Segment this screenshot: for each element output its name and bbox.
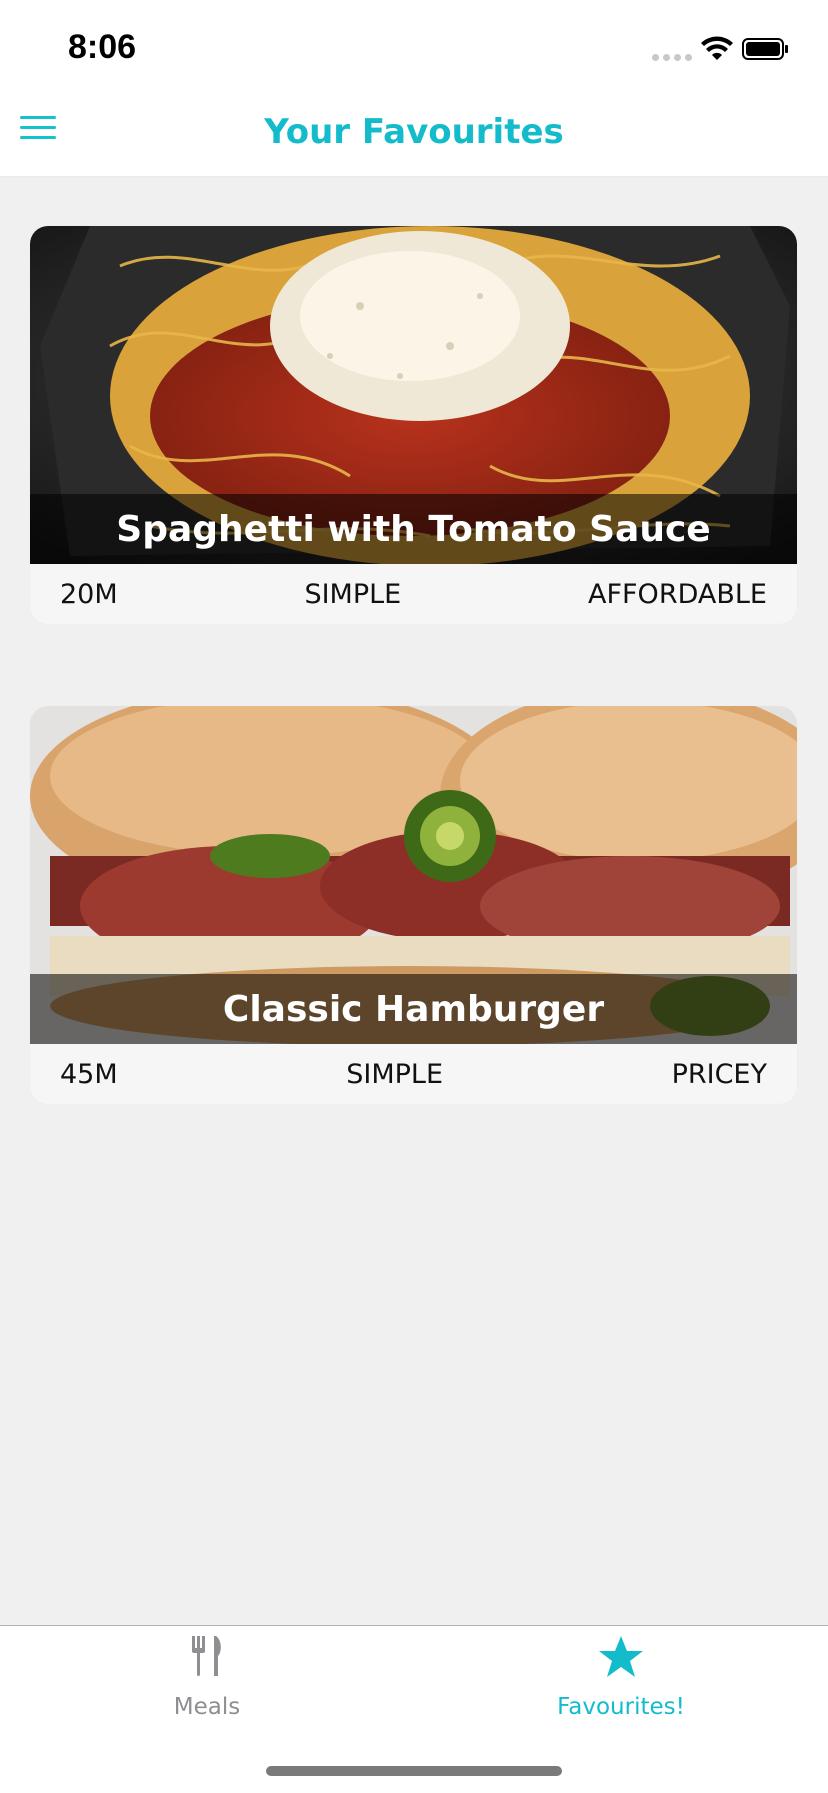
home-indicator[interactable] [266,1766,562,1776]
wifi-icon [701,36,733,60]
hamburger-photo: Classic Hamburger [30,706,797,1044]
meal-duration: 45M [60,1058,118,1090]
meal-complexity: SIMPLE [346,1058,443,1090]
meal-affordability: PRICEY [671,1058,767,1090]
star-icon [599,1636,643,1677]
status-bar: 8:06 [0,0,828,90]
fork-knife-icon [192,1636,221,1676]
meal-details: 45M SIMPLE PRICEY [30,1044,797,1104]
meal-duration: 20M [60,578,118,610]
battery-icon [742,38,788,60]
tab-favourites-label: Favourites! [557,1694,685,1720]
meal-details: 20M SIMPLE AFFORDABLE [30,564,797,624]
tab-meals[interactable]: Meals [0,1626,414,1736]
cellular-signal-icon [652,54,692,61]
navigation-header: Your Favourites [0,90,828,176]
meal-complexity: SIMPLE [304,578,402,610]
meal-affordability: AFFORDABLE [588,578,767,610]
tab-meals-label: Meals [173,1694,241,1720]
tab-favourites[interactable]: Favourites! [414,1626,828,1736]
meal-title: Classic Hamburger [222,988,605,1030]
meal-card-spaghetti[interactable]: Spaghetti with Tomato Sauce 20M SIMPLE A… [30,226,797,624]
meal-card-hamburger[interactable]: Classic Hamburger 45M SIMPLE PRICEY [30,706,797,1104]
card-title-overlay: Spaghetti with Tomato Sauce [30,494,797,564]
page-title: Your Favourites [264,112,564,152]
meal-title: Spaghetti with Tomato Sauce [116,508,711,550]
status-time: 8:06 [68,28,137,66]
card-title-overlay: Classic Hamburger [30,974,797,1044]
spaghetti-photo: Spaghetti with Tomato Sauce [30,226,797,564]
